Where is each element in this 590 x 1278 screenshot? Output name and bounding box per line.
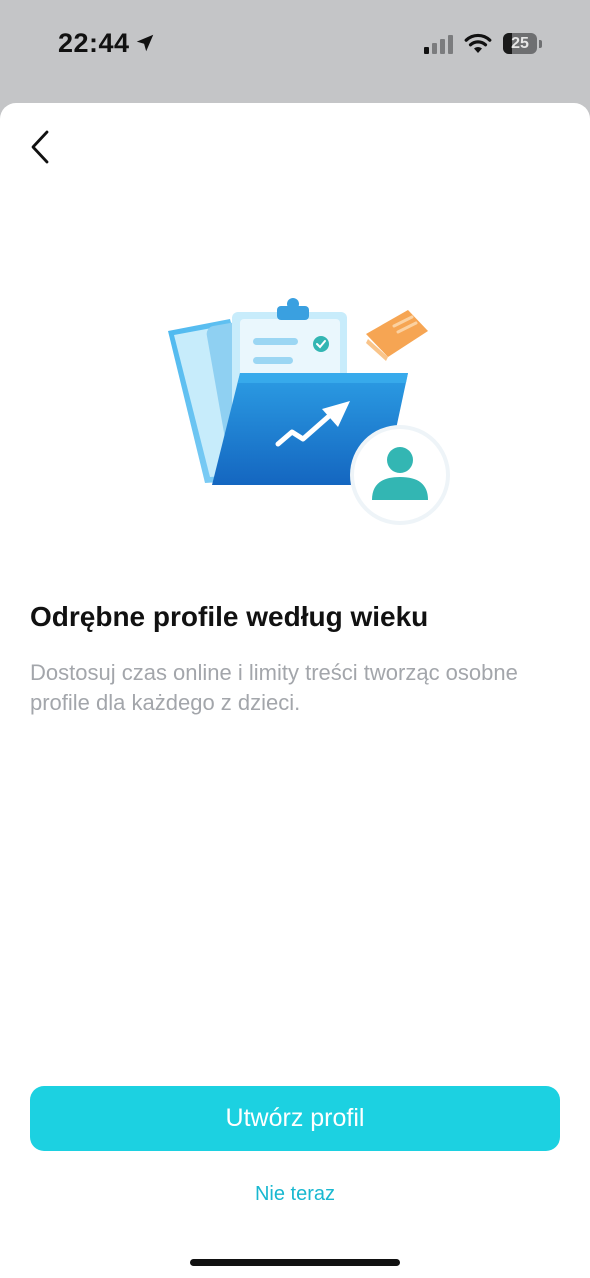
- modal-sheet: Odrębne profile według wieku Dostosuj cz…: [0, 103, 590, 1278]
- battery-icon: 25: [503, 33, 537, 54]
- location-arrow-icon: [136, 34, 154, 52]
- create-profile-button[interactable]: Utwórz profil: [30, 1086, 560, 1151]
- page-title: Odrębne profile według wieku: [30, 601, 429, 632]
- wifi-icon: [464, 33, 492, 53]
- folder-profile-illustration: [168, 298, 450, 525]
- battery-level: 25: [511, 35, 529, 52]
- not-now-link[interactable]: Nie teraz: [0, 1183, 590, 1206]
- page-description: Dostosuj czas online i limity treści two…: [30, 660, 518, 715]
- cellular-signal-icon: [424, 35, 453, 54]
- status-time: 22:44: [58, 28, 130, 58]
- home-indicator: [190, 1259, 400, 1266]
- chevron-left-icon[interactable]: [22, 125, 62, 169]
- battery-cap: [539, 40, 542, 48]
- status-bar: 22:44 25: [0, 0, 590, 100]
